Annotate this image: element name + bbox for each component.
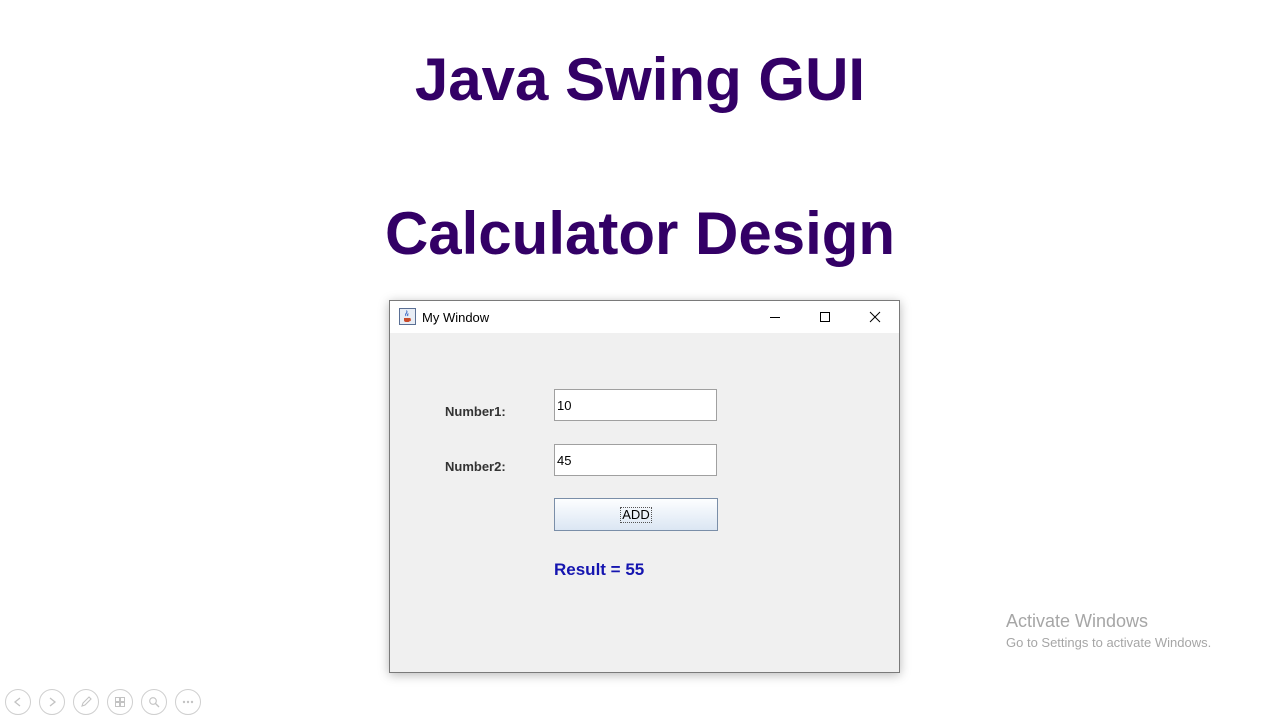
slide-subtitle: Calculator Design — [384, 200, 896, 267]
slide-title: Java Swing GUI — [414, 46, 866, 113]
presentation-controls — [5, 689, 201, 715]
zoom-icon — [149, 697, 160, 708]
previous-icon — [13, 697, 21, 707]
number1-input[interactable] — [554, 389, 717, 421]
number1-label: Number1: — [445, 404, 506, 419]
next-icon — [49, 697, 57, 707]
maximize-button[interactable] — [802, 301, 848, 333]
number2-label: Number2: — [445, 459, 506, 474]
activate-windows-watermark: Activate Windows Go to Settings to activ… — [1006, 611, 1211, 650]
slides-icon — [115, 697, 125, 707]
minimize-icon — [770, 317, 780, 318]
add-button-label: ADD — [620, 506, 652, 523]
pen-button[interactable] — [73, 689, 99, 715]
previous-slide-button[interactable] — [5, 689, 31, 715]
maximize-icon — [820, 312, 830, 322]
minimize-button[interactable] — [752, 301, 798, 333]
swing-window: My Window Number1: Number2: — [389, 300, 900, 673]
number2-input[interactable] — [554, 444, 717, 476]
next-slide-button[interactable] — [39, 689, 65, 715]
more-icon — [182, 700, 194, 704]
more-button[interactable] — [175, 689, 201, 715]
window-title: My Window — [422, 310, 490, 325]
slides-button[interactable] — [107, 689, 133, 715]
close-icon — [869, 311, 881, 323]
close-button[interactable] — [852, 301, 898, 333]
window-titlebar[interactable]: My Window — [390, 301, 899, 333]
result-label: Result = 55 — [554, 560, 645, 579]
watermark-subtitle: Go to Settings to activate Windows. — [1006, 635, 1212, 650]
zoom-button[interactable] — [141, 689, 167, 715]
watermark-title: Activate Windows — [1006, 611, 1149, 631]
pen-icon — [81, 696, 92, 707]
java-cup-icon — [399, 308, 416, 325]
add-button[interactable]: ADD — [554, 498, 718, 531]
slide: Java Swing GUI Calculator Design My Wind… — [0, 0, 1280, 720]
